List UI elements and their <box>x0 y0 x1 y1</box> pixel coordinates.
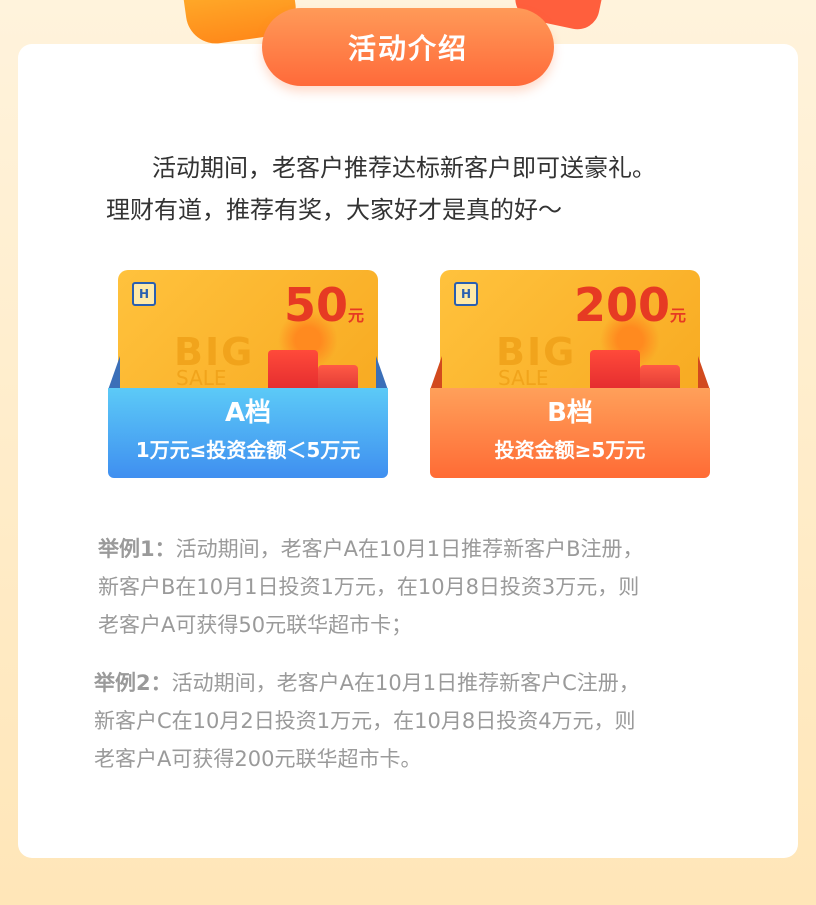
intro-line-2: 理财有道，推荐有奖，大家好才是真的好～ <box>106 196 562 224</box>
card-amount-unit: 元 <box>347 306 364 325</box>
lianhua-logo-icon: H <box>132 282 156 306</box>
example-1-line-2: 新客户B在10月1日投资1万元，在10月8日投资3万元，则 <box>98 575 640 599</box>
example-2-label: 举例2： <box>94 671 172 695</box>
tier-b-gift: H BIG SALE 200元 B档 投资金额≥5万元 <box>430 270 710 480</box>
tier-a-gift: H BIG SALE 50元 A档 1万元≤投资金额＜5万元 <box>108 270 388 480</box>
sale-watermark: SALE <box>176 366 227 390</box>
card-amount-unit: 元 <box>669 306 686 325</box>
card-amount-value: 50 <box>283 278 348 332</box>
tier-b-condition: 投资金额≥5万元 <box>494 438 646 462</box>
box-side-right <box>376 356 388 390</box>
card-amount: 50元 <box>284 278 364 332</box>
intro-line-1: 活动期间，老客户推荐达标新客户即可送豪礼。 <box>152 154 656 182</box>
sale-watermark: SALE <box>498 366 549 390</box>
lianhua-logo-icon: H <box>454 282 478 306</box>
example-1-label: 举例1： <box>98 537 176 561</box>
tier-b-label: B档 <box>547 398 593 428</box>
tier-a-label: A档 <box>224 398 272 428</box>
example-2: 举例2：活动期间，老客户A在10月1日推荐新客户C注册， 新客户C在10月2日投… <box>94 664 734 778</box>
box-side-left <box>430 356 442 390</box>
example-2-line-2: 新客户C在10月2日投资1万元，在10月8日投资4万元，则 <box>94 709 636 733</box>
example-text: 活动期间，老客户A在10月1日推荐新客户B注册， <box>175 537 644 561</box>
example-1-line-1: 举例1：活动期间，老客户A在10月1日推荐新客户B注册， <box>98 530 738 568</box>
box-side-right <box>698 356 710 390</box>
card-amount-value: 200 <box>573 278 670 332</box>
tier-b-box: B档 投资金额≥5万元 <box>430 388 710 478</box>
example-2-line-1: 举例2：活动期间，老客户A在10月1日推荐新客户C注册， <box>94 664 734 702</box>
example-1: 举例1：活动期间，老客户A在10月1日推荐新客户B注册， 新客户B在10月1日投… <box>98 530 738 644</box>
section-title: 活动介绍 <box>262 8 554 86</box>
example-2-line-3: 老客户A可获得200元联华超市卡。 <box>94 747 422 771</box>
example-1-line-3: 老客户A可获得50元联华超市卡； <box>98 613 413 637</box>
example-text: 活动期间，老客户A在10月1日推荐新客户C注册， <box>171 671 640 695</box>
tier-a-condition: 1万元≤投资金额＜5万元 <box>135 438 361 462</box>
tier-a-box: A档 1万元≤投资金额＜5万元 <box>108 388 388 478</box>
card-amount: 200元 <box>574 278 686 332</box>
